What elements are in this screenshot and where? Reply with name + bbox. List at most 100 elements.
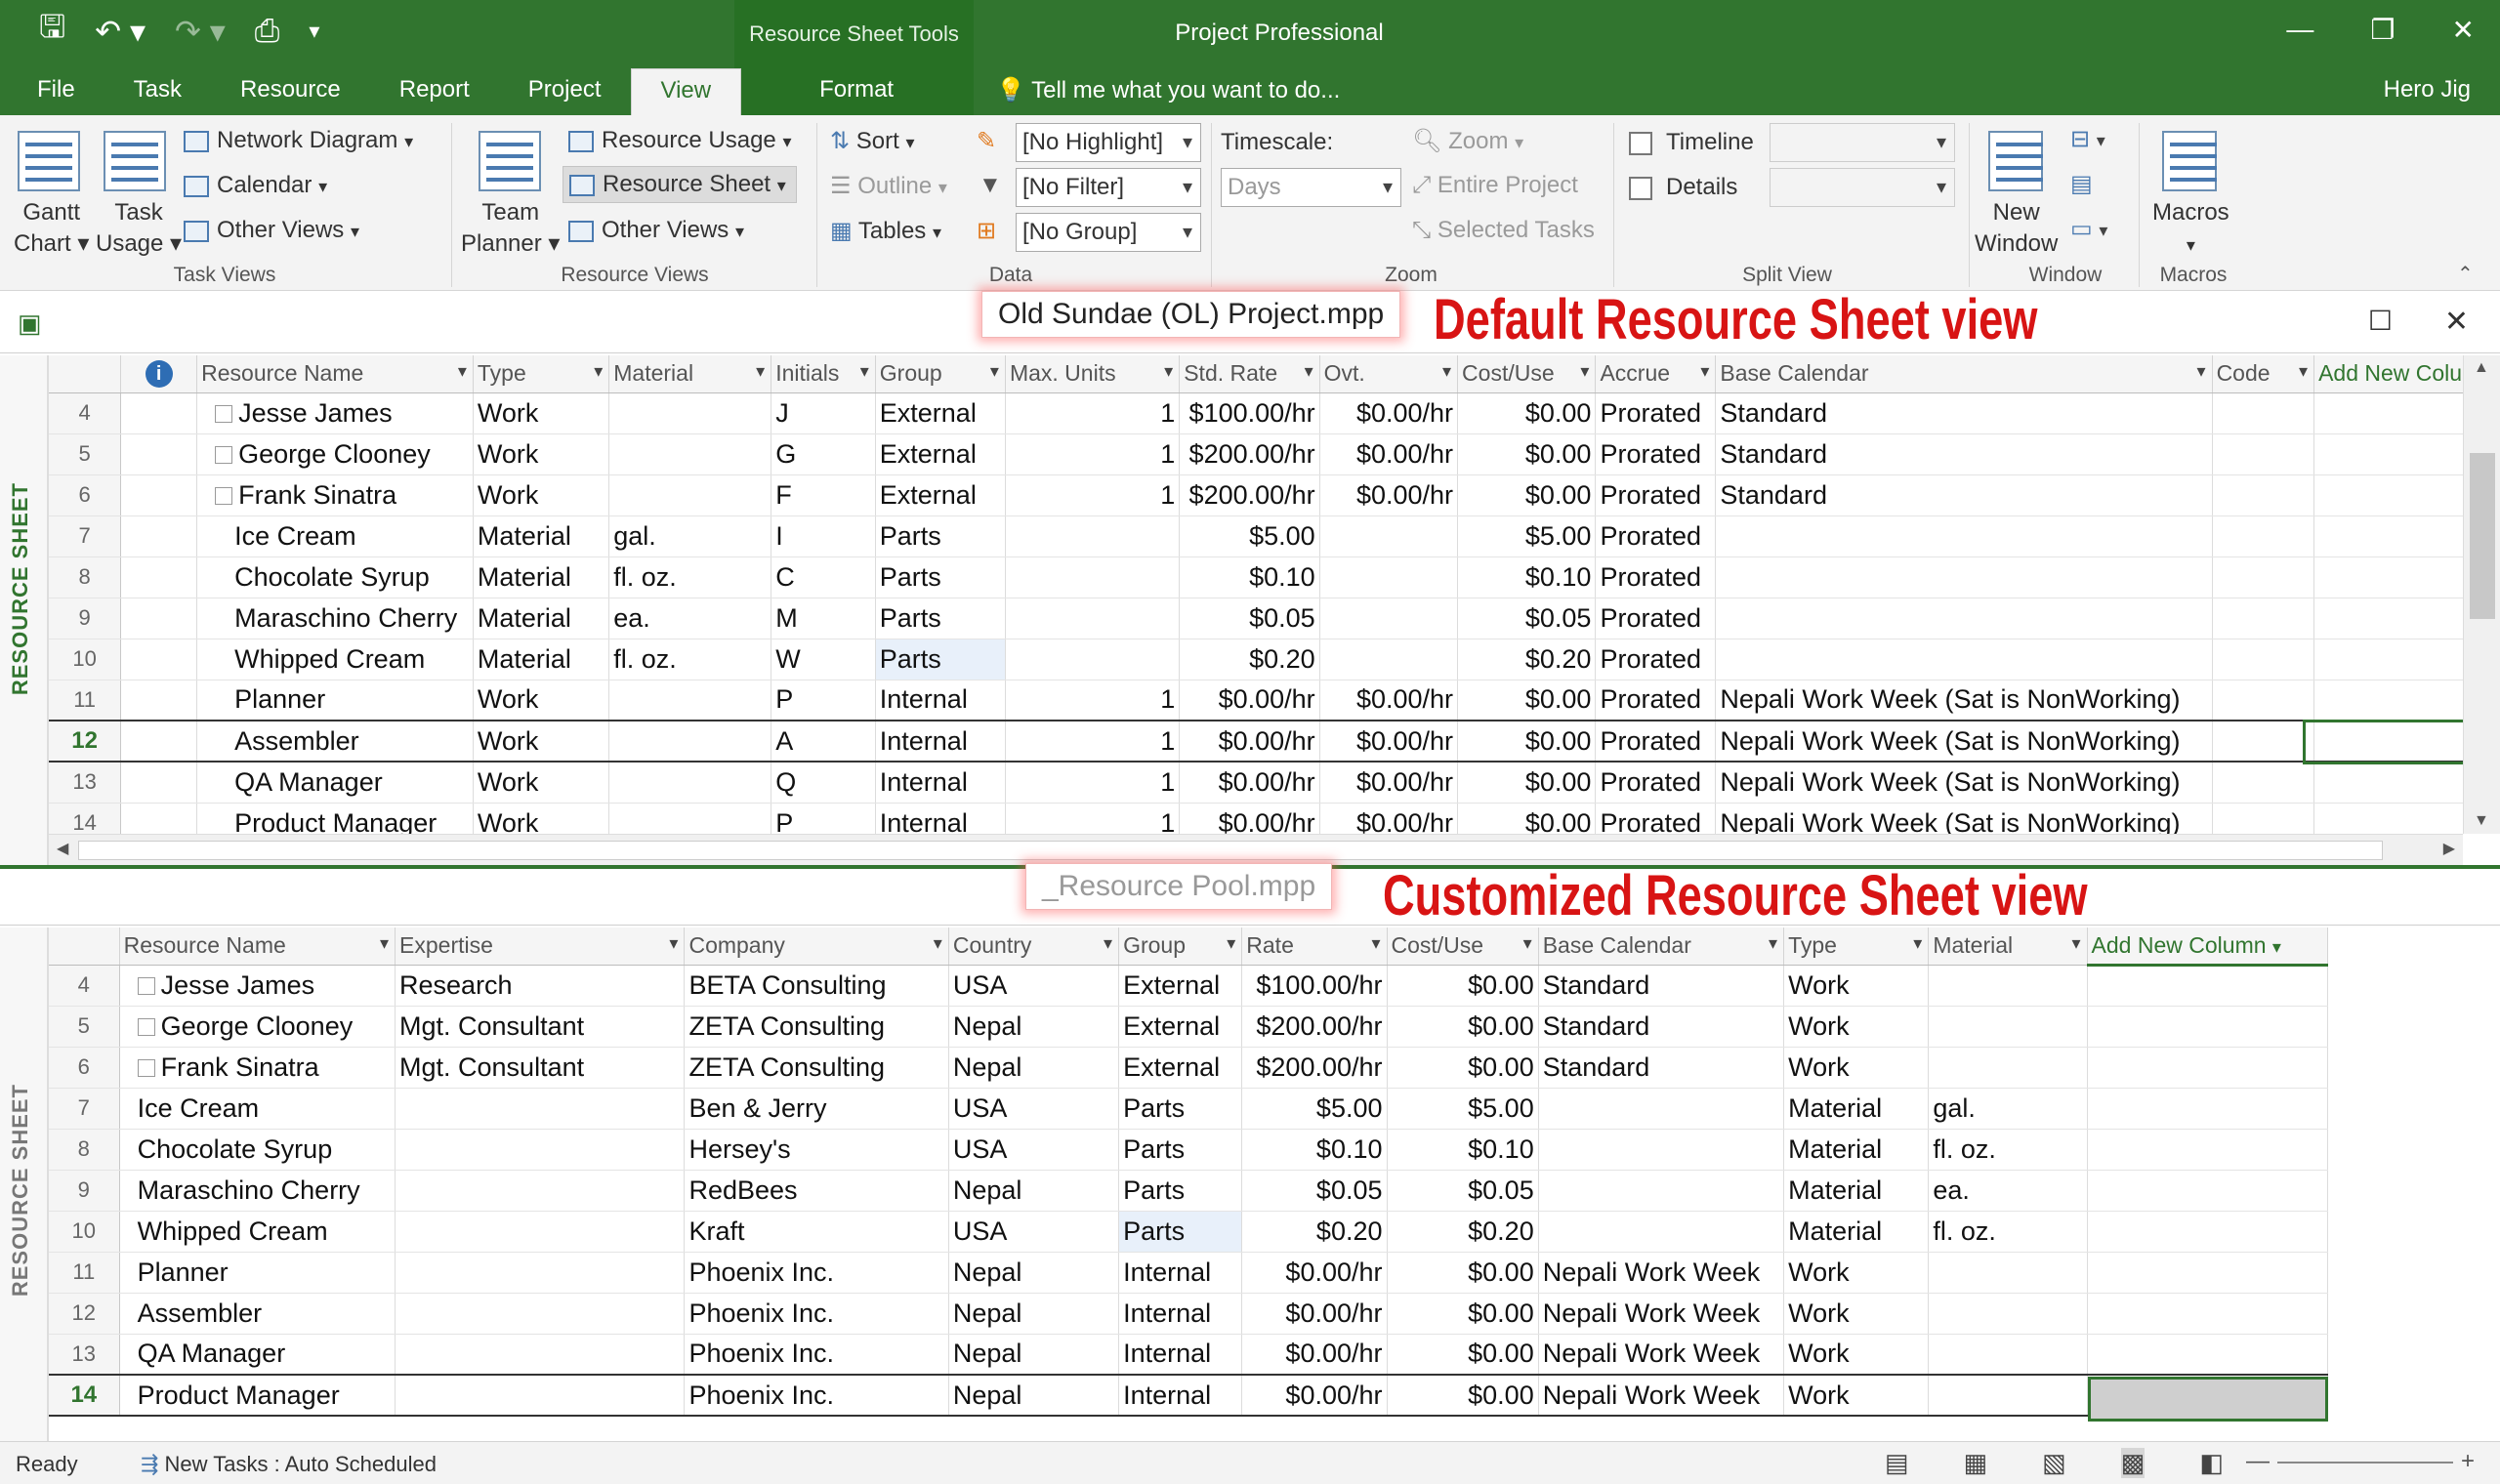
zoom-button[interactable]: 🔍︎ Zoom ▾ (1412, 127, 1523, 155)
cost-use-cell[interactable]: $0.05 (1387, 1170, 1539, 1212)
expertise-cell[interactable]: Research (395, 965, 686, 1007)
team-planner-view-icon[interactable]: ▧ (2042, 1448, 2066, 1478)
initials-cell[interactable]: G (771, 433, 876, 475)
code-cell[interactable] (2212, 803, 2315, 834)
ovt-rate-cell[interactable] (1319, 598, 1459, 639)
row-number[interactable]: 6 (49, 474, 122, 516)
std-rate-cell[interactable]: $0.00/hr (1179, 803, 1320, 834)
country-cell[interactable]: USA (948, 1129, 1120, 1171)
resource-name-cell[interactable]: Whipped Cream (119, 1211, 396, 1253)
material-cell[interactable] (1928, 1006, 2088, 1048)
company-cell[interactable]: Phoenix Inc. (684, 1334, 949, 1376)
company-cell[interactable]: Phoenix Inc. (684, 1252, 949, 1294)
cost-use-cell[interactable]: $5.00 (1387, 1088, 1539, 1130)
group-cell[interactable]: External (875, 474, 1006, 516)
table-row[interactable]: 6 Frank Sinatra Work F External 1 $200.00/hr $0… (49, 474, 2463, 516)
group-cell[interactable]: Parts (1118, 1170, 1243, 1212)
type-cell[interactable]: Work (473, 680, 610, 721)
top-hscroll-thumb[interactable] (78, 841, 2383, 860)
view-split-icon[interactable]: ▤ (2070, 170, 2093, 198)
row-number[interactable]: 14 (49, 1374, 120, 1417)
expertise-cell[interactable] (395, 1211, 686, 1253)
company-cell[interactable]: Hersey's (684, 1129, 949, 1171)
row-number[interactable]: 5 (49, 433, 122, 475)
initials-cell[interactable]: P (771, 680, 876, 721)
filter-dropdown[interactable]: [No Filter] (1016, 168, 1201, 207)
ovt-rate-cell[interactable] (1319, 639, 1459, 680)
rate-cell[interactable]: $0.00/hr (1241, 1374, 1388, 1417)
code-cell[interactable] (2212, 720, 2315, 763)
expertise-cell[interactable] (395, 1252, 686, 1294)
table-row[interactable]: 11 Planner Phoenix Inc. Nepal Internal $0.00/… (49, 1252, 2329, 1294)
indicator-cell[interactable] (120, 639, 198, 680)
task-usage-button[interactable]: Task Usage ▾ (96, 197, 182, 260)
table-row[interactable]: 4 Jesse James Work J External 1 $100.00/hr $0.0… (49, 392, 2463, 434)
country-cell[interactable]: USA (948, 1211, 1120, 1253)
material-cell[interactable]: ea. (608, 598, 772, 639)
table-row[interactable]: 12 Assembler Phoenix Inc. Nepal Internal $0.0… (49, 1293, 2329, 1335)
report-view-icon[interactable]: ◧ (2199, 1448, 2224, 1478)
rate-cell[interactable]: $0.00/hr (1241, 1252, 1388, 1294)
accrue-cell[interactable]: Prorated (1595, 598, 1717, 639)
company-cell[interactable]: Phoenix Inc. (684, 1374, 949, 1417)
base-calendar-cell[interactable]: Nepali Work Week (Sat is NonWorking) (1715, 720, 2213, 763)
material-cell[interactable]: gal. (1928, 1088, 2088, 1130)
code-cell[interactable] (2212, 680, 2315, 721)
initials-cell[interactable]: W (771, 639, 876, 680)
country-cell[interactable]: Nepal (948, 1006, 1120, 1048)
column-header-group[interactable]: Group ▾ (1118, 928, 1243, 966)
resource-name-cell[interactable]: QA Manager (196, 762, 474, 804)
timeline-checkbox[interactable]: Timeline (1629, 129, 1754, 156)
rate-cell[interactable]: $200.00/hr (1241, 1047, 1388, 1089)
type-cell[interactable]: Work (1783, 1047, 1930, 1089)
table-row[interactable]: 13 QA Manager Work Q Internal 1 $0.00/hr $0.00/… (49, 762, 2463, 804)
new-column-cell[interactable] (2313, 392, 2463, 434)
details-checkbox[interactable]: Details (1629, 174, 1737, 201)
group-cell[interactable]: Parts (875, 515, 1006, 557)
accrue-cell[interactable]: Prorated (1595, 803, 1717, 834)
new-column-cell[interactable] (2313, 598, 2463, 639)
rate-cell[interactable]: $0.00/hr (1241, 1334, 1388, 1376)
row-number[interactable]: 11 (49, 680, 122, 721)
cost-use-cell[interactable]: $0.10 (1387, 1129, 1539, 1171)
rate-cell[interactable]: $0.05 (1241, 1170, 1388, 1212)
group-cell[interactable]: External (875, 433, 1006, 475)
resource-name-cell[interactable]: Whipped Cream (196, 639, 474, 680)
base-calendar-cell[interactable] (1715, 556, 2213, 598)
new-column-cell[interactable] (2087, 1293, 2329, 1335)
minimize-icon[interactable]: — (2286, 14, 2313, 46)
cost-use-cell[interactable]: $0.00 (1387, 1334, 1539, 1376)
new-column-cell[interactable] (2087, 1088, 2329, 1130)
expertise-cell[interactable]: Mgt. Consultant (395, 1006, 686, 1048)
max-units-cell[interactable] (1005, 515, 1181, 557)
new-tasks-mode[interactable]: ⇶ New Tasks : Auto Scheduled (141, 1452, 437, 1477)
type-cell[interactable]: Material (1783, 1129, 1930, 1171)
column-header-company[interactable]: Company ▾ (684, 928, 949, 966)
ovt-rate-cell[interactable]: $0.00/hr (1319, 762, 1459, 804)
resource-name-cell[interactable]: Assembler (119, 1293, 396, 1335)
top-selected-cell[interactable] (2303, 720, 2471, 764)
country-cell[interactable]: Nepal (948, 1293, 1120, 1335)
new-column-cell[interactable] (2313, 803, 2463, 834)
cost-use-cell[interactable]: $0.00 (1387, 1006, 1539, 1048)
cost-use-cell[interactable]: $0.00 (1387, 1374, 1539, 1417)
new-column-cell[interactable] (2313, 433, 2463, 475)
type-cell[interactable]: Material (1783, 1088, 1930, 1130)
type-cell[interactable]: Work (473, 762, 610, 804)
std-rate-cell[interactable]: $5.00 (1179, 515, 1320, 557)
column-header-initials[interactable]: Initials ▾ (771, 355, 876, 393)
scroll-up-icon[interactable]: ▲ (2474, 359, 2489, 377)
initials-cell[interactable]: F (771, 474, 876, 516)
top-view-bar[interactable]: RESOURCE SHEET (0, 355, 49, 865)
column-header-expertise[interactable]: Expertise ▾ (395, 928, 686, 966)
max-units-cell[interactable]: 1 (1005, 680, 1181, 721)
type-cell[interactable]: Work (1783, 1252, 1930, 1294)
type-cell[interactable]: Material (1783, 1170, 1930, 1212)
group-cell[interactable]: Internal (875, 680, 1006, 721)
expertise-cell[interactable]: Mgt. Consultant (395, 1047, 686, 1089)
info-column-header[interactable]: i (120, 355, 198, 393)
new-column-cell[interactable] (2087, 1170, 2329, 1212)
tab-report[interactable]: Report (370, 68, 499, 115)
timeline-view-dropdown[interactable] (1770, 123, 1955, 162)
type-cell[interactable]: Material (473, 515, 610, 557)
